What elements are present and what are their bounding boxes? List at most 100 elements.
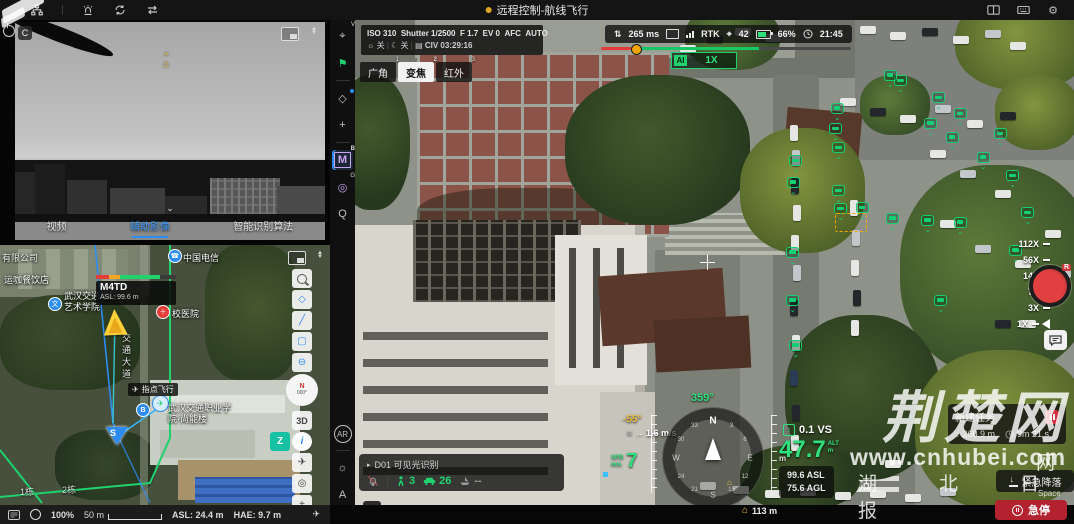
detection-panel[interactable]: ▸ D01 可见光识别 3 26: [359, 454, 564, 491]
diamond-tool-button[interactable]: ◇: [332, 88, 353, 108]
car-detection-marker[interactable]: [832, 142, 845, 153]
car-detection-marker[interactable]: [829, 123, 842, 134]
power-icon[interactable]: [3, 25, 15, 37]
car-detection-marker[interactable]: [786, 295, 799, 306]
fpv-tab-video[interactable]: 视频: [44, 217, 70, 234]
map-polygon-button[interactable]: ▢: [292, 332, 312, 351]
zoom-level-112x[interactable]: 112X: [998, 236, 1050, 252]
drone-telemetry-bar: [96, 275, 176, 279]
chat-bubble-button[interactable]: [1044, 330, 1067, 350]
parked-car: [790, 125, 798, 141]
map-compass-button[interactable]: N 000°: [286, 374, 318, 406]
hospital-poi-icon[interactable]: ＋: [156, 305, 170, 319]
car-detection-marker[interactable]: [789, 340, 802, 351]
car-detection-marker[interactable]: [921, 215, 934, 226]
tab-wide[interactable]: 广角1: [360, 62, 396, 82]
diamond-tool-button-dot: [350, 89, 354, 93]
telecom-poi-icon[interactable]: ☎: [168, 249, 182, 263]
map-circle-button[interactable]: ⊖: [292, 353, 312, 372]
car-detection-marker[interactable]: [1021, 207, 1034, 218]
settings-gear-icon[interactable]: ⚙: [1046, 4, 1060, 16]
map-marker-button[interactable]: ◇: [292, 290, 312, 309]
map-locate-button[interactable]: ◎: [292, 474, 312, 493]
car-detection-marker[interactable]: [832, 185, 845, 196]
emergency-land-button[interactable]: 紧急降落: [996, 470, 1074, 492]
c-shortcut-chip[interactable]: C: [363, 501, 381, 505]
battery-icon: [756, 30, 771, 39]
device-tree-icon[interactable]: [30, 4, 44, 16]
keyboard-icon[interactable]: [1016, 4, 1030, 16]
laser-icon: ☼: [367, 41, 374, 50]
car-detection-marker[interactable]: [884, 70, 897, 81]
asl-agl-readout: 99.6 ASL 75.6 AGL: [779, 466, 834, 498]
car-detection-marker[interactable]: [977, 152, 990, 163]
telemetry-marker-dot[interactable]: [631, 44, 642, 55]
pip-toggle-icon[interactable]: [281, 27, 299, 41]
b-waypoint-icon[interactable]: B: [136, 403, 150, 417]
annotate-tool-button[interactable]: A: [332, 485, 353, 505]
map-3d-button[interactable]: 3D: [292, 411, 312, 430]
tab-infrared[interactable]: 红外3: [436, 62, 472, 82]
car-detection-marker[interactable]: [886, 213, 899, 224]
vs-icon: ↕: [783, 424, 795, 436]
map-route-button[interactable]: Z: [270, 432, 290, 451]
car-detection-marker[interactable]: [946, 132, 959, 143]
map-label-telecom: 中国电信: [183, 251, 219, 264]
ar-tool-button[interactable]: AR: [334, 425, 352, 443]
emergency-stop-button[interactable]: 急停: [995, 500, 1067, 520]
map-plane-button[interactable]: ✈: [292, 453, 312, 472]
car-detection-marker[interactable]: [831, 103, 844, 114]
chevron-down-icon[interactable]: ⌄: [166, 203, 174, 214]
collapse-expand-icon[interactable]: ▲▼: [311, 27, 317, 35]
fpv-c-chip[interactable]: C: [18, 26, 32, 40]
mission-pause-button[interactable]: [1045, 410, 1059, 424]
expand-arrow-icon[interactable]: ▸: [367, 461, 371, 469]
home-dock-icon[interactable]: ✈: [152, 395, 169, 412]
car-detection-marker[interactable]: [787, 177, 800, 188]
m-detect-tool-button[interactable]: MB: [332, 150, 353, 170]
car-detection-marker[interactable]: [954, 108, 967, 119]
zoom-level-1x[interactable]: 1X: [998, 316, 1050, 332]
g-target-tool-button[interactable]: ◎G: [332, 177, 353, 197]
car-detection-marker[interactable]: [994, 128, 1007, 139]
ai-search-tool-button[interactable]: Q: [332, 204, 353, 224]
car-detection-marker[interactable]: [786, 247, 799, 258]
selected-target-bracket[interactable]: [835, 213, 867, 232]
route-swap-icon[interactable]: [145, 4, 159, 16]
map-flag-button[interactable]: ⚑: [332, 53, 353, 73]
legend-icon[interactable]: [8, 510, 20, 520]
car-detection-marker[interactable]: [934, 295, 947, 306]
beacon-tool-button[interactable]: ☼: [332, 458, 353, 478]
visual-mode-button[interactable]: ⌖V: [332, 26, 353, 46]
r-detection-marker[interactable]: R: [1029, 265, 1071, 307]
map-info-button[interactable]: i: [292, 432, 312, 451]
drone-map-label[interactable]: M4TD ASL: 99.6 m: [96, 281, 176, 305]
layers-icon[interactable]: [30, 509, 41, 520]
fpv-tab-ai-algorithm[interactable]: 智能识别算法: [230, 217, 296, 234]
alarm-beacon-icon[interactable]: [81, 4, 95, 16]
fpv-video-feed[interactable]: ⌃⌂ C ▲▼ ⌄ 视频 辅助影像 智能识别算法: [15, 22, 325, 240]
parked-car: [905, 494, 921, 502]
map-collapse-icon[interactable]: ▲▼: [317, 251, 323, 259]
car-detection-marker[interactable]: [1006, 170, 1019, 181]
map-panel[interactable]: 有限公司 运咖餐饮店 ☎ 中国电信 文 武汉交通学院艺术学院 ＋ 校医院 交通大…: [0, 245, 330, 505]
map-line-button[interactable]: ╱: [292, 311, 312, 330]
ai-zoom-chip[interactable]: AI 1X: [671, 52, 737, 69]
map-zoom-in-button[interactable]: +: [292, 495, 312, 505]
wind-icon: ≈: [627, 428, 632, 438]
sync-icon[interactable]: [113, 4, 127, 16]
split-view-icon[interactable]: [986, 4, 1000, 16]
car-detection-marker[interactable]: [856, 202, 869, 213]
alarm-off-icon[interactable]: [367, 475, 379, 487]
calibrate-tool-button[interactable]: +: [332, 115, 353, 135]
car-detection-marker[interactable]: [789, 155, 802, 166]
school-poi-icon[interactable]: 文: [48, 297, 62, 311]
map-search-button[interactable]: [292, 269, 312, 288]
car-detection-marker[interactable]: [932, 92, 945, 103]
map-pip-icon[interactable]: [288, 251, 306, 265]
fpv-tab-aux-image[interactable]: 辅助影像: [127, 217, 173, 234]
zoom-level-label: 56X: [1009, 255, 1039, 265]
car-detection-marker[interactable]: [924, 118, 937, 129]
tab-zoom[interactable]: 变焦2: [398, 62, 434, 82]
car-detection-marker[interactable]: [954, 217, 967, 228]
